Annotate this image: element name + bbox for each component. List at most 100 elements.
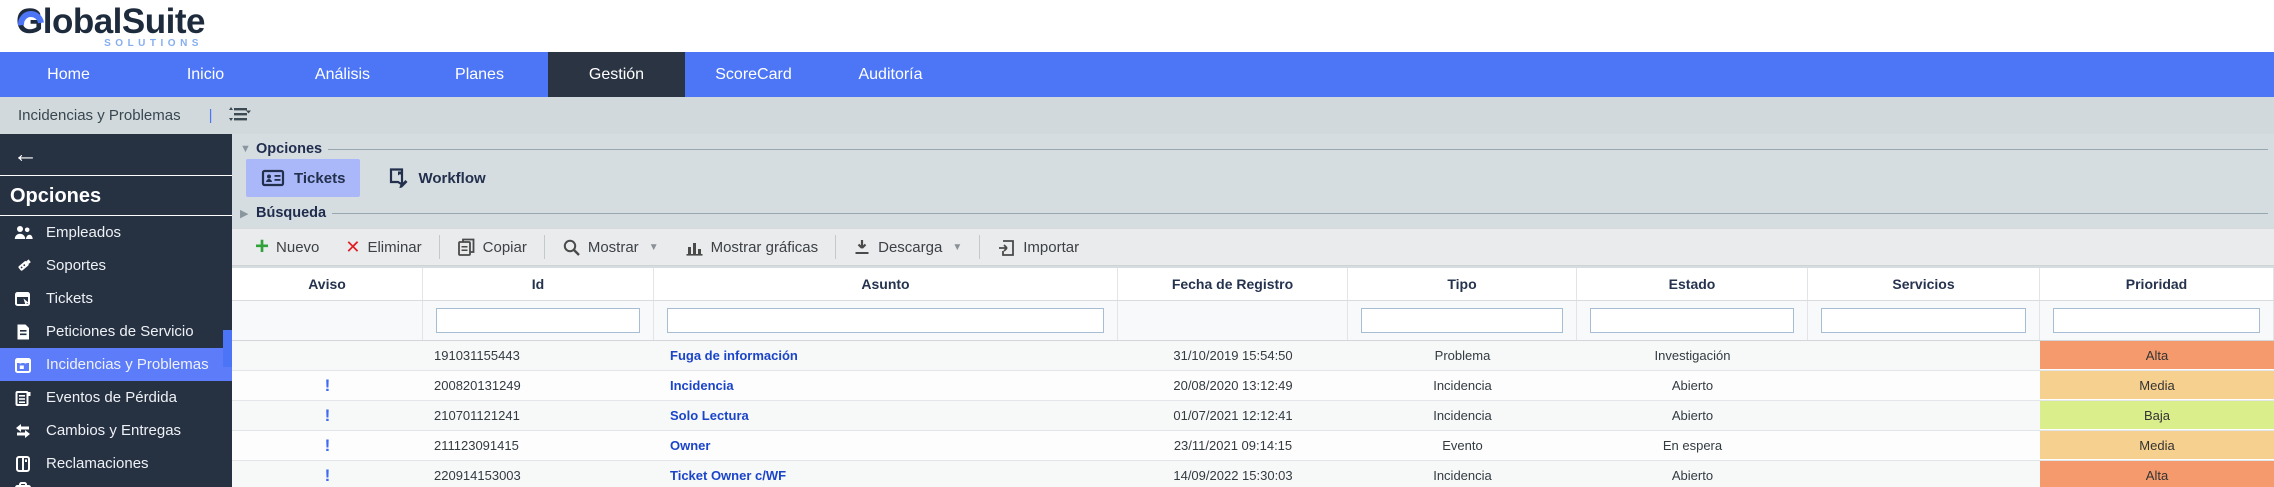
filter-cell-fecha xyxy=(1118,301,1348,340)
filter-prioridad-input[interactable] xyxy=(2053,308,2260,333)
section-divider xyxy=(332,212,2268,214)
copy-button-label: Copiar xyxy=(482,238,527,256)
column-header-prioridad[interactable]: Prioridad xyxy=(2040,268,2274,300)
download-icon xyxy=(855,239,869,254)
main-nav: Home Inicio Análisis Planes Gestión Scor… xyxy=(0,52,2274,97)
filter-id-input[interactable] xyxy=(436,308,640,333)
id-cell: 220914153003 xyxy=(434,468,521,483)
search-section-header[interactable]: ▶ Búsqueda xyxy=(240,204,2268,222)
show-charts-button[interactable]: Mostrar gráficas xyxy=(672,229,832,265)
tipo-cell: Incidencia xyxy=(1433,378,1492,393)
sidebar-item-label: Eventos de Pérdida xyxy=(46,389,177,406)
column-header-estado[interactable]: Estado xyxy=(1577,268,1808,300)
show-button[interactable]: Mostrar ▼ xyxy=(549,229,672,265)
app-header: GlobalSuite SOLUTIONS xyxy=(0,0,2274,52)
asunto-link[interactable]: Solo Lectura xyxy=(654,401,1118,430)
x-delete-icon: ✕ xyxy=(345,236,361,257)
estado-cell: En espera xyxy=(1662,438,1723,453)
sidebar-item-label: Reclamaciones xyxy=(46,455,149,472)
nav-item-analisis[interactable]: Análisis xyxy=(274,52,411,97)
asunto-link[interactable]: Fuga de información xyxy=(654,341,1118,370)
sidebar-item-cambios[interactable]: Cambios y Entregas xyxy=(0,414,232,447)
filter-servicios-input[interactable] xyxy=(1821,308,2026,333)
asunto-link[interactable]: Incidencia xyxy=(654,371,1118,400)
alert-exclamation-icon: ! xyxy=(324,375,331,395)
calendar-icon xyxy=(15,357,31,373)
section-divider xyxy=(328,148,2268,150)
asunto-link[interactable]: Ticket Owner c/WF xyxy=(654,461,1118,487)
tipo-cell: Problema xyxy=(1434,348,1491,363)
sidebar-item-empleados[interactable]: Empleados xyxy=(0,216,232,249)
table-row[interactable]: ! 210701121241 Solo Lectura 01/07/2021 1… xyxy=(232,401,2274,431)
sidebar-heading: Opciones xyxy=(0,176,232,216)
globalsuite-logo: GlobalSuite SOLUTIONS xyxy=(12,2,205,49)
filter-estado-input[interactable] xyxy=(1590,308,1794,333)
id-cell: 210701121241 xyxy=(434,408,520,423)
app-window: GlobalSuite SOLUTIONS Home Inicio Anális… xyxy=(0,0,2274,487)
tipo-cell: Incidencia xyxy=(1433,408,1492,423)
sidebar-item-eventos[interactable]: Eventos de Pérdida xyxy=(0,381,232,414)
toolbar-separator xyxy=(835,235,837,259)
column-header-tipo[interactable]: Tipo xyxy=(1348,268,1577,300)
table-row[interactable]: ! 220914153003 Ticket Owner c/WF 14/09/2… xyxy=(232,461,2274,487)
sidebar-collapse-button[interactable]: ← xyxy=(0,134,232,176)
new-button[interactable]: + Nuevo xyxy=(242,229,332,265)
delete-button[interactable]: ✕ Eliminar xyxy=(332,229,434,265)
show-charts-button-label: Mostrar gráficas xyxy=(710,238,819,256)
id-cell: 200820131249 xyxy=(434,378,521,393)
options-section-header[interactable]: ▼ Opciones xyxy=(240,140,2268,158)
sidebar-item-tickets[interactable]: Tickets xyxy=(0,282,232,315)
column-header-id[interactable]: Id xyxy=(423,268,654,300)
servicios-cell xyxy=(1808,401,2040,430)
nav-item-gestion[interactable]: Gestión xyxy=(548,52,685,97)
alert-exclamation-icon: ! xyxy=(324,435,331,455)
asunto-link[interactable]: Owner xyxy=(654,431,1118,460)
nav-item-home[interactable]: Home xyxy=(0,52,137,97)
column-header-aviso[interactable]: Aviso xyxy=(232,268,423,300)
sidebar-scrollbar-thumb[interactable] xyxy=(223,330,232,367)
download-button[interactable]: Descarga ▼ xyxy=(840,229,975,265)
sidebar-item-reclamaciones[interactable]: Reclamaciones xyxy=(0,447,232,480)
table-row[interactable]: 191031155443 Fuga de información 31/10/2… xyxy=(232,341,2274,371)
nav-item-scorecard[interactable]: ScoreCard xyxy=(685,52,822,97)
aviso-cell: ! xyxy=(232,431,423,460)
import-button-label: Importar xyxy=(1023,238,1080,256)
new-button-label: Nuevo xyxy=(276,238,320,256)
sidebar-item-soportes[interactable]: Soportes xyxy=(0,249,232,282)
door-icon xyxy=(16,455,30,472)
import-button[interactable]: Importar xyxy=(984,229,1092,265)
nav-item-planes[interactable]: Planes xyxy=(411,52,548,97)
briefcase-icon xyxy=(15,482,31,487)
servicios-cell xyxy=(1808,341,2040,370)
sort-list-icon[interactable] xyxy=(226,106,252,126)
prioridad-badge: Baja xyxy=(2040,401,2274,430)
column-header-fecha[interactable]: Fecha de Registro xyxy=(1118,268,1348,300)
tab-workflow[interactable]: Workflow xyxy=(372,159,500,197)
column-header-servicios[interactable]: Servicios xyxy=(1808,268,2040,300)
tab-tickets[interactable]: Tickets xyxy=(246,159,361,197)
filter-asunto-input[interactable] xyxy=(667,308,1104,333)
nav-item-auditoria[interactable]: Auditoría xyxy=(822,52,959,97)
id-card-icon xyxy=(261,169,285,187)
prioridad-badge: Media xyxy=(2040,431,2274,460)
aviso-cell: ! xyxy=(232,371,423,400)
sidebar-item-partial[interactable] xyxy=(0,480,232,487)
plus-icon: + xyxy=(255,233,270,260)
sidebar-item-peticiones[interactable]: Peticiones de Servicio xyxy=(0,315,232,348)
toolbar-separator xyxy=(543,235,545,259)
column-header-asunto[interactable]: Asunto xyxy=(654,268,1118,300)
swap-arrows-icon xyxy=(16,423,30,438)
sidebar-item-incidencias[interactable]: Incidencias y Problemas xyxy=(0,348,232,381)
copy-button[interactable]: Copiar xyxy=(444,229,540,265)
search-section-label: Búsqueda xyxy=(256,205,327,221)
table-row[interactable]: ! 211123091415 Owner 23/11/2021 09:14:15… xyxy=(232,431,2274,461)
filter-tipo-input[interactable] xyxy=(1361,308,1563,333)
nav-item-inicio[interactable]: Inicio xyxy=(137,52,274,97)
aviso-cell: ! xyxy=(232,461,423,487)
table-row[interactable]: ! 200820131249 Incidencia 20/08/2020 13:… xyxy=(232,371,2274,401)
sidebar-item-label: Cambios y Entregas xyxy=(46,422,182,439)
fecha-cell: 01/07/2021 12:12:41 xyxy=(1173,408,1293,423)
tipo-cell: Evento xyxy=(1442,438,1483,453)
list-document-icon xyxy=(15,390,31,406)
chevron-down-icon: ▼ xyxy=(240,143,251,155)
